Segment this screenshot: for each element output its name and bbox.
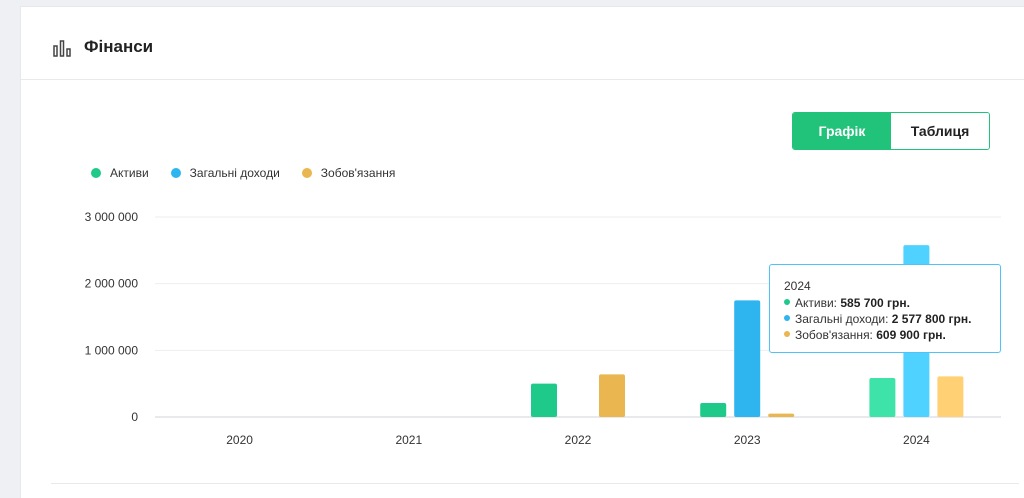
bar-2022-series-2 bbox=[599, 374, 625, 417]
tooltip-row-assets: Активи: 585 700 грн. bbox=[784, 295, 986, 311]
y-tick-label: 1 000 000 bbox=[85, 343, 139, 357]
x-tick-label: 2021 bbox=[395, 433, 422, 447]
tooltip-label-income: Загальні доходи: bbox=[795, 312, 892, 326]
finance-bar-chart: 0 1 000 000 2 000 000 3 000 000 2020 2021 2022… bbox=[85, 210, 1001, 447]
y-tick-label: 0 bbox=[131, 410, 138, 424]
tooltip-value-income: 2 577 800 грн. bbox=[891, 312, 972, 326]
y-tick-label: 2 000 000 bbox=[85, 277, 139, 291]
x-tick-label: 2020 bbox=[226, 433, 253, 447]
tooltip-row-liabilities: Зобов'язання: 609 900 грн. bbox=[784, 327, 986, 343]
x-tick-label: 2023 bbox=[734, 433, 761, 447]
bar-2024-series-0 bbox=[869, 377, 896, 417]
bar-2023-series-1 bbox=[734, 300, 761, 417]
bar-2023-series-0 bbox=[700, 403, 727, 417]
bar-2023-series-2 bbox=[768, 413, 795, 417]
tooltip-label-liabilities: Зобов'язання: bbox=[795, 328, 877, 342]
bar-2022-series-0 bbox=[531, 383, 557, 417]
tooltip-label-assets: Активи: bbox=[795, 296, 841, 310]
tooltip-dot-liabilities bbox=[784, 331, 790, 337]
tooltip-year: 2024 bbox=[784, 279, 811, 293]
finance-card: Фінанси Графік Таблиця Активи Загальні д… bbox=[20, 6, 1024, 498]
chart-tooltip: 2024 Активи: 585 700 грн. Загальні доход… bbox=[769, 264, 1001, 353]
x-tick-label: 2024 bbox=[903, 433, 930, 447]
tooltip-value-assets: 585 700 грн. bbox=[840, 296, 910, 310]
footer-divider bbox=[51, 483, 1019, 484]
bar-2024-series-2 bbox=[937, 376, 964, 417]
x-tick-label: 2022 bbox=[565, 433, 592, 447]
tooltip-dot-assets bbox=[784, 299, 790, 305]
y-tick-label: 3 000 000 bbox=[85, 210, 139, 224]
tooltip-row-income: Загальні доходи: 2 577 800 грн. bbox=[784, 311, 986, 327]
tooltip-dot-income bbox=[784, 315, 790, 321]
tooltip-value-liabilities: 609 900 грн. bbox=[876, 328, 946, 342]
